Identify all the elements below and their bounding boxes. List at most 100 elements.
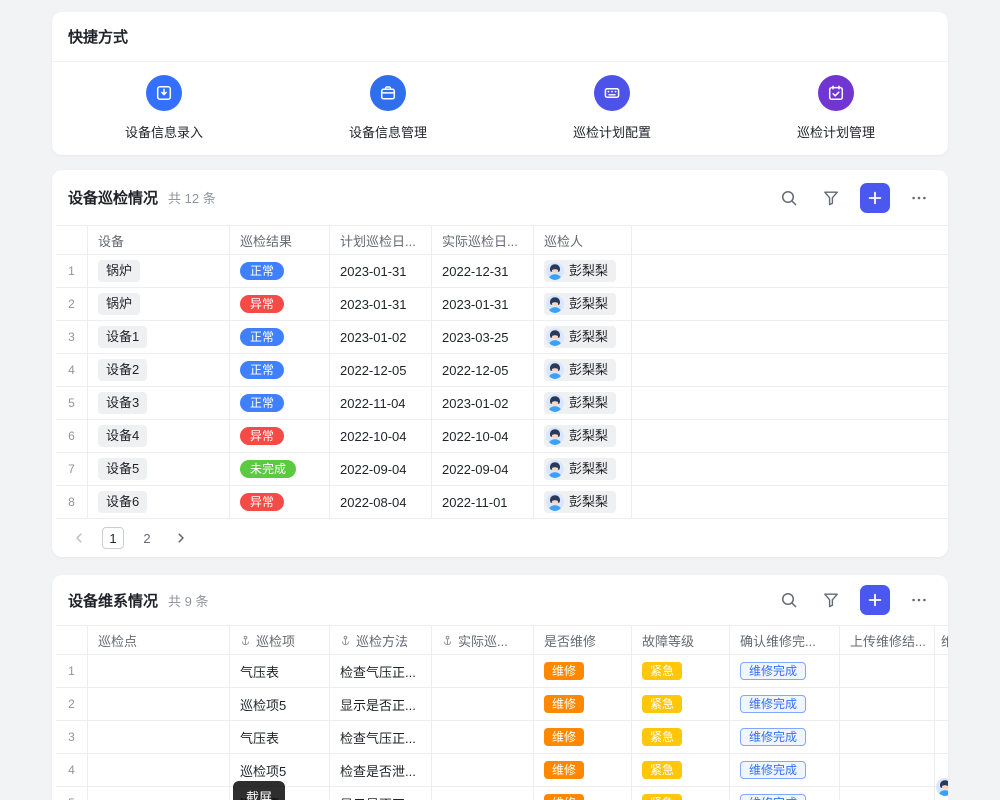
column-header-extra[interactable]: 维 <box>935 626 948 654</box>
empty-cell <box>632 288 948 320</box>
column-header-item[interactable]: 巡检项 <box>230 626 330 654</box>
table-row[interactable]: 3气压表检查气压正...维修紧急维修完成 <box>56 721 948 754</box>
point-cell <box>88 787 230 800</box>
actual-cell <box>432 754 534 786</box>
confirm-cell: 维修完成 <box>730 754 840 786</box>
column-header-result[interactable]: 巡检结果 <box>230 226 330 254</box>
shortcut-device-manage[interactable]: 设备信息管理 <box>276 62 500 154</box>
confirm-cell: 维修完成 <box>730 721 840 753</box>
repair-badge: 维修 <box>544 728 584 746</box>
add-record-button[interactable] <box>860 585 890 615</box>
table-row[interactable]: 1气压表检查气压正...维修紧急维修完成 <box>56 655 948 688</box>
device-chip: 锅炉 <box>98 260 140 282</box>
column-header-method[interactable]: 巡检方法 <box>330 626 432 654</box>
record-count: 共 9 条 <box>168 591 208 610</box>
prev-page-button[interactable] <box>68 527 90 549</box>
index-cell: 7 <box>56 453 88 485</box>
avatar-icon <box>546 427 564 445</box>
status-badge: 异常 <box>240 493 284 511</box>
add-icon <box>867 592 883 608</box>
table-row[interactable]: 8设备6异常2022-08-042022-11-01彭梨梨 <box>56 486 948 519</box>
shortcut-list: 设备信息录入设备信息管理巡检计划配置巡检计划管理 <box>52 62 948 154</box>
column-header-repair[interactable]: 是否维修 <box>534 626 632 654</box>
column-header-planned[interactable]: 计划巡检日... <box>330 226 432 254</box>
shortcut-plan-manage[interactable]: 巡检计划管理 <box>724 62 948 154</box>
filter-button[interactable] <box>818 185 844 211</box>
status-badge: 未完成 <box>240 460 296 478</box>
confirm-badge: 维修完成 <box>740 695 806 713</box>
repair-badge: 维修 <box>544 761 584 779</box>
empty-cell <box>632 354 948 386</box>
status-badge: 正常 <box>240 328 284 346</box>
maintenance-card-header: 设备维系情况 共 9 条 <box>52 575 948 625</box>
card-title: 设备巡检情况 <box>68 187 158 208</box>
table-row[interactable]: 4巡检项5检查是否泄...维修紧急维修完成 <box>56 754 948 787</box>
column-header-point[interactable]: 巡检点 <box>88 626 230 654</box>
level-cell: 紧急 <box>632 787 730 800</box>
column-header-label: 巡检点 <box>98 631 137 650</box>
more-button[interactable] <box>906 185 932 211</box>
plan-config-icon <box>594 75 630 111</box>
column-header-confirm[interactable]: 确认维修完... <box>730 626 840 654</box>
status-badge: 正常 <box>240 361 284 379</box>
pagination: 12 <box>52 519 948 549</box>
empty-cell <box>632 255 948 287</box>
table-row[interactable]: 5设备3正常2022-11-042023-01-02彭梨梨 <box>56 387 948 420</box>
result-cell: 异常 <box>230 420 330 452</box>
table-row[interactable]: 4设备2正常2022-12-052022-12-05彭梨梨 <box>56 354 948 387</box>
point-cell <box>88 721 230 753</box>
upload-cell <box>840 721 935 753</box>
point-cell <box>88 754 230 786</box>
column-header-label: 设备 <box>98 231 124 250</box>
table-row[interactable]: 1锅炉正常2023-01-312022-12-31彭梨梨 <box>56 255 948 288</box>
add-record-button[interactable] <box>860 183 890 213</box>
method-cell: 显示是否正... <box>330 787 432 800</box>
next-page-button[interactable] <box>170 527 192 549</box>
column-header-label: 计划巡检日... <box>340 231 416 250</box>
table-row[interactable]: 6设备4异常2022-10-042022-10-04彭梨梨 <box>56 420 948 453</box>
level-badge: 紧急 <box>642 794 682 800</box>
index-cell: 6 <box>56 420 88 452</box>
result-cell: 异常 <box>230 486 330 518</box>
status-badge: 异常 <box>240 427 284 445</box>
chevron-left-icon <box>72 531 86 545</box>
level-badge: 紧急 <box>642 761 682 779</box>
inspection-table: 设备 巡检结果计划巡检日... 实际巡检日...巡检人1锅炉正常2023-01-31… <box>56 225 948 519</box>
person-name: 彭梨梨 <box>569 393 608 413</box>
column-header-inspector[interactable]: 巡检人 <box>534 226 632 254</box>
level-badge: 紧急 <box>642 662 682 680</box>
shortcut-plan-config[interactable]: 巡检计划配置 <box>500 62 724 154</box>
lookup-icon <box>240 635 251 646</box>
repair-cell: 维修 <box>534 721 632 753</box>
avatar-icon <box>546 295 564 313</box>
column-header-upload[interactable]: 上传维修结... <box>840 626 935 654</box>
page-button-2[interactable]: 2 <box>136 527 158 549</box>
table-row[interactable]: 5巡检项5显示是否正...维修紧急维修完成 <box>56 787 948 800</box>
device-chip: 设备4 <box>98 425 147 447</box>
record-count: 共 12 条 <box>168 188 216 207</box>
table-row[interactable]: 2锅炉异常2023-01-312023-01-31彭梨梨 <box>56 288 948 321</box>
column-header-label: 是否维修 <box>544 631 596 650</box>
more-button[interactable] <box>906 587 932 613</box>
lookup-icon <box>340 635 351 646</box>
search-button[interactable] <box>776 587 802 613</box>
table-row[interactable]: 7设备5未完成2022-09-042022-09-04彭梨梨 <box>56 453 948 486</box>
column-header-device[interactable]: 设备 <box>88 226 230 254</box>
page-button-1[interactable]: 1 <box>102 527 124 549</box>
table-row[interactable]: 2巡检项5显示是否正...维修紧急维修完成 <box>56 688 948 721</box>
repair-cell: 维修 <box>534 787 632 800</box>
method-cell: 检查气压正... <box>330 721 432 753</box>
search-button[interactable] <box>776 185 802 211</box>
avatar-icon <box>546 394 564 412</box>
column-header-actual[interactable]: 实际巡检日... <box>432 226 534 254</box>
device-cell: 锅炉 <box>88 255 230 287</box>
table-header-row: 设备 巡检结果计划巡检日... 实际巡检日...巡检人 <box>56 225 948 255</box>
table-row[interactable]: 3设备1正常2023-01-022023-03-25彭梨梨 <box>56 321 948 354</box>
column-header-actual[interactable]: 实际巡... <box>432 626 534 654</box>
result-cell: 正常 <box>230 387 330 419</box>
more-icon <box>910 189 928 207</box>
column-header-level[interactable]: 故障等级 <box>632 626 730 654</box>
filter-button[interactable] <box>818 587 844 613</box>
inspector-cell: 彭梨梨 <box>534 453 632 485</box>
shortcut-device-entry[interactable]: 设备信息录入 <box>52 62 276 154</box>
